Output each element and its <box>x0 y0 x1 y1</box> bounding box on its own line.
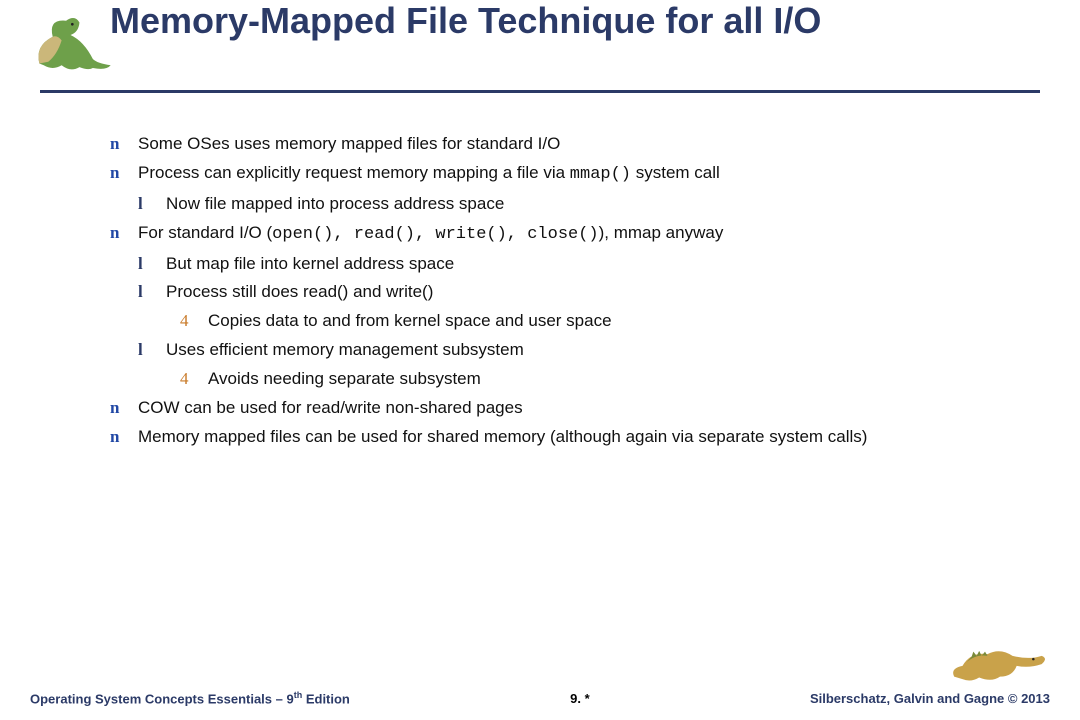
bullet-marker: l <box>138 250 166 279</box>
text-part: ), mmap anyway <box>599 223 724 242</box>
text-part: For standard I/O ( <box>138 223 272 242</box>
dinosaur-illustration-top <box>30 10 120 76</box>
bullet-level1: n COW can be used for read/write non-sha… <box>110 394 1020 423</box>
bullet-marker: n <box>110 394 138 423</box>
bullet-marker: l <box>138 278 166 307</box>
bullet-marker: 4 <box>180 365 208 394</box>
dinosaur-illustration-bottom <box>950 630 1050 690</box>
bullet-level3: 4 Avoids needing separate subsystem <box>180 365 1020 394</box>
text-part: system call <box>631 163 720 182</box>
bullet-text: Process still does read() and write() <box>166 278 1020 307</box>
bullet-marker: n <box>110 130 138 159</box>
footer-book-title: Operating System Concepts Essentials – 9 <box>30 691 294 706</box>
slide-body: n Some OSes uses memory mapped files for… <box>110 130 1020 452</box>
code-text: mmap() <box>570 165 631 184</box>
bullet-marker: n <box>110 423 138 452</box>
bullet-text: Uses efficient memory management subsyst… <box>166 336 1020 365</box>
bullet-text: COW can be used for read/write non-share… <box>138 394 1020 423</box>
bullet-marker: l <box>138 190 166 219</box>
footer-copyright: Silberschatz, Galvin and Gagne © 2013 <box>810 691 1050 706</box>
bullet-level1: n Some OSes uses memory mapped files for… <box>110 130 1020 159</box>
bullet-level1: n For standard I/O (open(), read(), writ… <box>110 219 1020 250</box>
bullet-level2: l Now file mapped into process address s… <box>138 190 1020 219</box>
footer-left: Operating System Concepts Essentials – 9… <box>30 690 350 706</box>
footer-edition: Edition <box>302 691 350 706</box>
footer-page-number: 9. * <box>350 691 810 706</box>
bullet-text: Copies data to and from kernel space and… <box>208 307 1020 336</box>
footer-ordinal: th <box>294 690 303 700</box>
bullet-level2: l Uses efficient memory management subsy… <box>138 336 1020 365</box>
bullet-marker: 4 <box>180 307 208 336</box>
bullet-text: But map file into kernel address space <box>166 250 1020 279</box>
bullet-text: Now file mapped into process address spa… <box>166 190 1020 219</box>
bullet-level2: l Process still does read() and write() <box>138 278 1020 307</box>
slide-title: Memory-Mapped File Technique for all I/O <box>0 0 1080 42</box>
bullet-marker: n <box>110 159 138 188</box>
bullet-text: Some OSes uses memory mapped files for s… <box>138 130 1020 159</box>
slide: Memory-Mapped File Technique for all I/O… <box>0 0 1080 720</box>
bullet-text: Process can explicitly request memory ma… <box>138 159 1020 190</box>
code-text: open(), read(), write(), close() <box>272 225 598 244</box>
bullet-level1: n Memory mapped files can be used for sh… <box>110 423 1020 452</box>
bullet-level1: n Process can explicitly request memory … <box>110 159 1020 190</box>
text-part: Process can explicitly request memory ma… <box>138 163 570 182</box>
bullet-marker: n <box>110 219 138 248</box>
title-underline <box>40 90 1040 93</box>
bullet-level3: 4 Copies data to and from kernel space a… <box>180 307 1020 336</box>
bullet-text: For standard I/O (open(), read(), write(… <box>138 219 1020 250</box>
bullet-level2: l But map file into kernel address space <box>138 250 1020 279</box>
bullet-text: Avoids needing separate subsystem <box>208 365 1020 394</box>
bullet-marker: l <box>138 336 166 365</box>
bullet-text: Memory mapped files can be used for shar… <box>138 423 1020 452</box>
slide-footer: Operating System Concepts Essentials – 9… <box>0 690 1080 706</box>
